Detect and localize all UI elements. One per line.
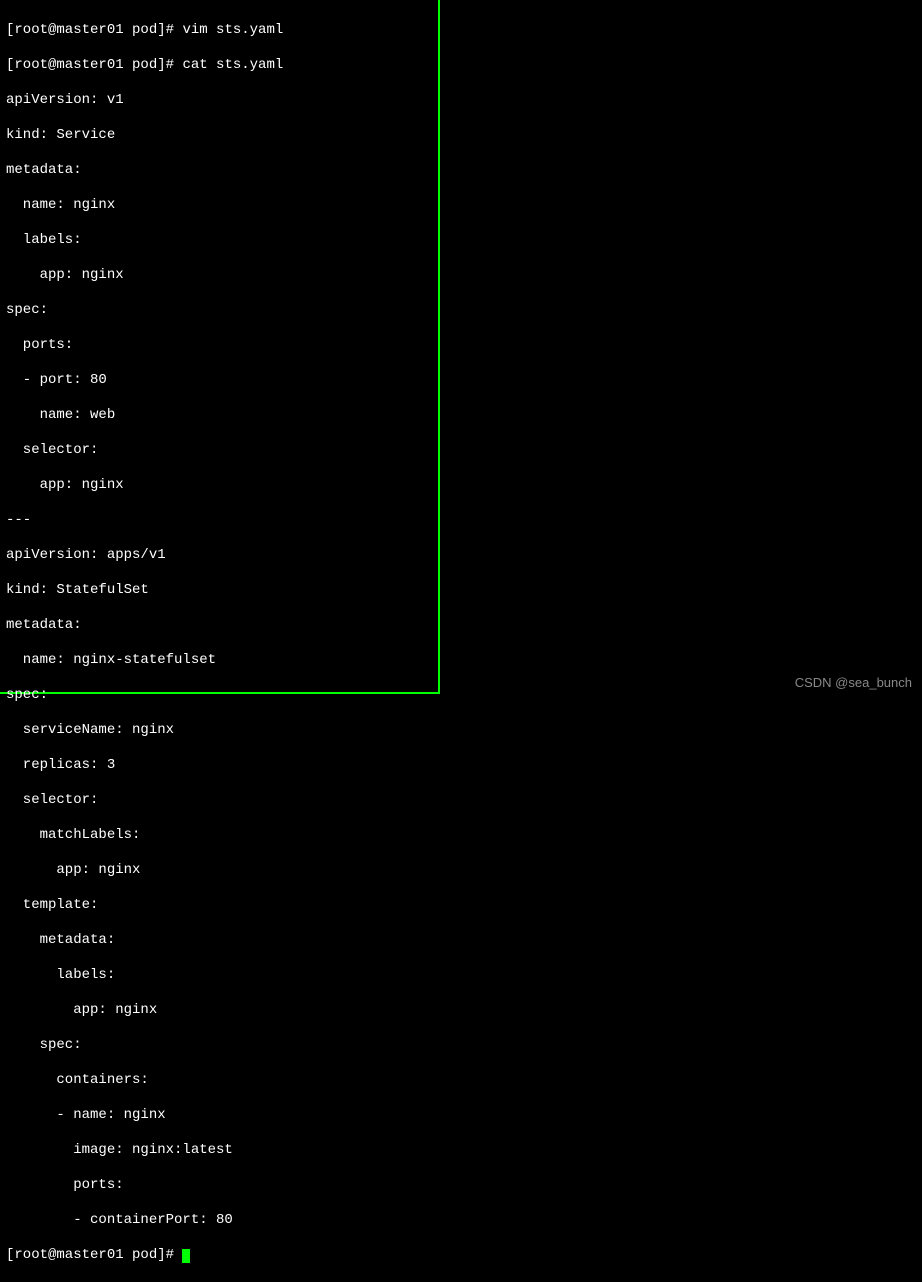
yaml-line: ports: (6, 337, 432, 355)
yaml-line: labels: (6, 232, 432, 250)
yaml-line: kind: Service (6, 127, 432, 145)
yaml-line: name: nginx-statefulset (6, 652, 432, 670)
shell-prompt: [root@master01 pod]# (6, 22, 182, 38)
yaml-line: spec: (6, 1037, 432, 1055)
yaml-line: image: nginx:latest (6, 1142, 432, 1160)
yaml-line: ports: (6, 1177, 432, 1195)
yaml-line: app: nginx (6, 477, 432, 495)
yaml-line: apiVersion: v1 (6, 92, 432, 110)
yaml-line: app: nginx (6, 862, 432, 880)
cursor-icon (182, 1249, 190, 1263)
yaml-line: app: nginx (6, 267, 432, 285)
yaml-line: spec: (6, 687, 432, 705)
shell-prompt: [root@master01 pod]# (6, 1247, 182, 1263)
watermark-text: CSDN @sea_bunch (795, 675, 912, 690)
yaml-line: containers: (6, 1072, 432, 1090)
shell-prompt: [root@master01 pod]# (6, 57, 182, 73)
yaml-line: selector: (6, 442, 432, 460)
yaml-line: template: (6, 897, 432, 915)
yaml-line: selector: (6, 792, 432, 810)
yaml-line: labels: (6, 967, 432, 985)
yaml-line: - containerPort: 80 (6, 1212, 432, 1230)
yaml-line: metadata: (6, 162, 432, 180)
yaml-line: - port: 80 (6, 372, 432, 390)
yaml-line: app: nginx (6, 1002, 432, 1020)
yaml-line: name: nginx (6, 197, 432, 215)
yaml-line: matchLabels: (6, 827, 432, 845)
yaml-line: spec: (6, 302, 432, 320)
yaml-line: serviceName: nginx (6, 722, 432, 740)
yaml-line: kind: StatefulSet (6, 582, 432, 600)
yaml-line: name: web (6, 407, 432, 425)
yaml-line: replicas: 3 (6, 757, 432, 775)
yaml-line: metadata: (6, 617, 432, 635)
terminal-window[interactable]: [root@master01 pod]# vim sts.yaml [root@… (0, 0, 440, 694)
yaml-line: metadata: (6, 932, 432, 950)
command-text: vim sts.yaml (182, 22, 283, 38)
yaml-line: --- (6, 512, 432, 530)
yaml-line: - name: nginx (6, 1107, 432, 1125)
yaml-line: apiVersion: apps/v1 (6, 547, 432, 565)
command-text: cat sts.yaml (182, 57, 283, 73)
